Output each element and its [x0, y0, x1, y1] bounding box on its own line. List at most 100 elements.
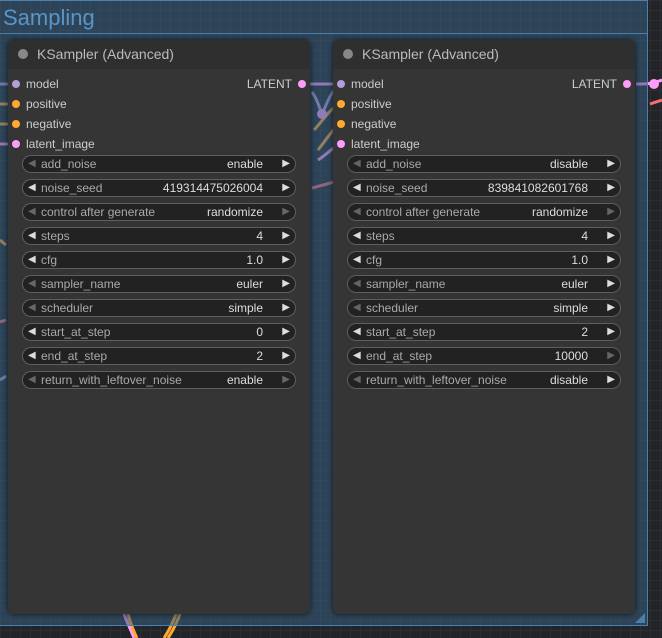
input-connector-dot[interactable]: [337, 140, 345, 148]
widget-value[interactable]: euler: [236, 276, 263, 292]
decrement-arrow-icon[interactable]: ◀: [28, 300, 36, 316]
input-connector-dot[interactable]: [337, 120, 345, 128]
decrement-arrow-icon[interactable]: ◀: [353, 324, 361, 340]
widget-start-at-step[interactable]: ◀ start_at_step 2 ▶: [347, 323, 621, 341]
widget-steps[interactable]: ◀ steps 4 ▶: [22, 227, 296, 245]
increment-arrow-icon[interactable]: ▶: [282, 372, 290, 388]
increment-arrow-icon[interactable]: ▶: [282, 180, 290, 196]
widget-value[interactable]: 2: [581, 324, 588, 340]
node-title: KSampler (Advanced): [37, 46, 174, 62]
widget-return-with-leftover-noise[interactable]: ◀ return_with_leftover_noise disable ▶: [347, 371, 621, 389]
widget-value[interactable]: 2: [256, 348, 263, 364]
widget-cfg[interactable]: ◀ cfg 1.0 ▶: [347, 251, 621, 269]
increment-arrow-icon[interactable]: ▶: [282, 228, 290, 244]
increment-arrow-icon[interactable]: ▶: [607, 228, 615, 244]
widget-value[interactable]: 839841082601768: [488, 180, 588, 196]
widget-steps[interactable]: ◀ steps 4 ▶: [347, 227, 621, 245]
decrement-arrow-icon[interactable]: ◀: [353, 156, 361, 172]
widget-control-after-generate[interactable]: ◀ control after generate randomize ▶: [22, 203, 296, 221]
input-connector-dot[interactable]: [12, 120, 20, 128]
widget-value[interactable]: 4: [581, 228, 588, 244]
decrement-arrow-icon[interactable]: ◀: [353, 348, 361, 364]
widget-end-at-step[interactable]: ◀ end_at_step 2 ▶: [22, 347, 296, 365]
decrement-arrow-icon[interactable]: ◀: [28, 204, 36, 220]
widget-value[interactable]: randomize: [532, 204, 588, 220]
decrement-arrow-icon[interactable]: ◀: [353, 372, 361, 388]
input-connector-dot[interactable]: [337, 100, 345, 108]
increment-arrow-icon[interactable]: ▶: [282, 300, 290, 316]
increment-arrow-icon[interactable]: ▶: [282, 348, 290, 364]
widget-value[interactable]: disable: [550, 156, 588, 172]
decrement-arrow-icon[interactable]: ◀: [353, 180, 361, 196]
widget-value[interactable]: simple: [553, 300, 588, 316]
collapse-dot-icon[interactable]: [18, 49, 28, 59]
widget-value[interactable]: 1.0: [246, 252, 263, 268]
decrement-arrow-icon[interactable]: ◀: [28, 348, 36, 364]
widget-value[interactable]: euler: [561, 276, 588, 292]
widget-value[interactable]: 4: [256, 228, 263, 244]
increment-arrow-icon[interactable]: ▶: [607, 252, 615, 268]
widget-value[interactable]: 10000: [555, 348, 588, 364]
widget-noise-seed[interactable]: ◀ noise_seed 419314475026004 ▶: [22, 179, 296, 197]
widget-scheduler[interactable]: ◀ scheduler simple ▶: [347, 299, 621, 317]
decrement-arrow-icon[interactable]: ◀: [353, 228, 361, 244]
increment-arrow-icon[interactable]: ▶: [282, 324, 290, 340]
collapse-dot-icon[interactable]: [343, 49, 353, 59]
increment-arrow-icon[interactable]: ▶: [607, 324, 615, 340]
decrement-arrow-icon[interactable]: ◀: [28, 180, 36, 196]
decrement-arrow-icon[interactable]: ◀: [353, 252, 361, 268]
widget-noise-seed[interactable]: ◀ noise_seed 839841082601768 ▶: [347, 179, 621, 197]
input-connector-dot[interactable]: [12, 80, 20, 88]
increment-arrow-icon[interactable]: ▶: [282, 204, 290, 220]
node-title-bar[interactable]: KSampler (Advanced): [8, 40, 310, 69]
widget-value[interactable]: enable: [227, 372, 263, 388]
widget-sampler-name[interactable]: ◀ sampler_name euler ▶: [22, 275, 296, 293]
decrement-arrow-icon[interactable]: ◀: [28, 252, 36, 268]
widget-cfg[interactable]: ◀ cfg 1.0 ▶: [22, 251, 296, 269]
input-connector-dot[interactable]: [337, 80, 345, 88]
decrement-arrow-icon[interactable]: ◀: [28, 276, 36, 292]
input-connector-dot[interactable]: [12, 100, 20, 108]
widget-scheduler[interactable]: ◀ scheduler simple ▶: [22, 299, 296, 317]
widget-control-after-generate[interactable]: ◀ control after generate randomize ▶: [347, 203, 621, 221]
increment-arrow-icon[interactable]: ▶: [282, 156, 290, 172]
widget-sampler-name[interactable]: ◀ sampler_name euler ▶: [347, 275, 621, 293]
widget-add-noise[interactable]: ◀ add_noise enable ▶: [22, 155, 296, 173]
output-connector-dot[interactable]: [298, 80, 306, 88]
increment-arrow-icon[interactable]: ▶: [607, 156, 615, 172]
widget-value[interactable]: 419314475026004: [163, 180, 263, 196]
group-title[interactable]: Sampling: [3, 3, 95, 33]
widget-end-at-step[interactable]: ◀ end_at_step 10000 ▶: [347, 347, 621, 365]
decrement-arrow-icon[interactable]: ◀: [28, 156, 36, 172]
widget-value[interactable]: simple: [228, 300, 263, 316]
widget-return-with-leftover-noise[interactable]: ◀ return_with_leftover_noise enable ▶: [22, 371, 296, 389]
output-connector-dot[interactable]: [623, 80, 631, 88]
widget-add-noise[interactable]: ◀ add_noise disable ▶: [347, 155, 621, 173]
decrement-arrow-icon[interactable]: ◀: [28, 228, 36, 244]
group-resize-handle[interactable]: [635, 613, 645, 623]
decrement-arrow-icon[interactable]: ◀: [353, 276, 361, 292]
input-connector-dot[interactable]: [12, 140, 20, 148]
increment-arrow-icon[interactable]: ▶: [607, 372, 615, 388]
increment-arrow-icon[interactable]: ▶: [607, 204, 615, 220]
increment-arrow-icon[interactable]: ▶: [607, 348, 615, 364]
increment-arrow-icon[interactable]: ▶: [282, 252, 290, 268]
decrement-arrow-icon[interactable]: ◀: [353, 300, 361, 316]
widget-value[interactable]: 0: [256, 324, 263, 340]
widget-name: steps: [366, 229, 395, 243]
increment-arrow-icon[interactable]: ▶: [607, 300, 615, 316]
widget-value[interactable]: 1.0: [571, 252, 588, 268]
node-title-bar[interactable]: KSampler (Advanced): [333, 40, 635, 69]
widget-start-at-step[interactable]: ◀ start_at_step 0 ▶: [22, 323, 296, 341]
decrement-arrow-icon[interactable]: ◀: [28, 372, 36, 388]
widget-value[interactable]: enable: [227, 156, 263, 172]
increment-arrow-icon[interactable]: ▶: [607, 180, 615, 196]
widget-value[interactable]: randomize: [207, 204, 263, 220]
ksampler-advanced-node-2[interactable]: KSampler (Advanced) model positive negative…: [333, 40, 635, 614]
increment-arrow-icon[interactable]: ▶: [607, 276, 615, 292]
widget-value[interactable]: disable: [550, 372, 588, 388]
increment-arrow-icon[interactable]: ▶: [282, 276, 290, 292]
decrement-arrow-icon[interactable]: ◀: [353, 204, 361, 220]
ksampler-advanced-node-1[interactable]: KSampler (Advanced) model positive negative…: [8, 40, 310, 614]
decrement-arrow-icon[interactable]: ◀: [28, 324, 36, 340]
